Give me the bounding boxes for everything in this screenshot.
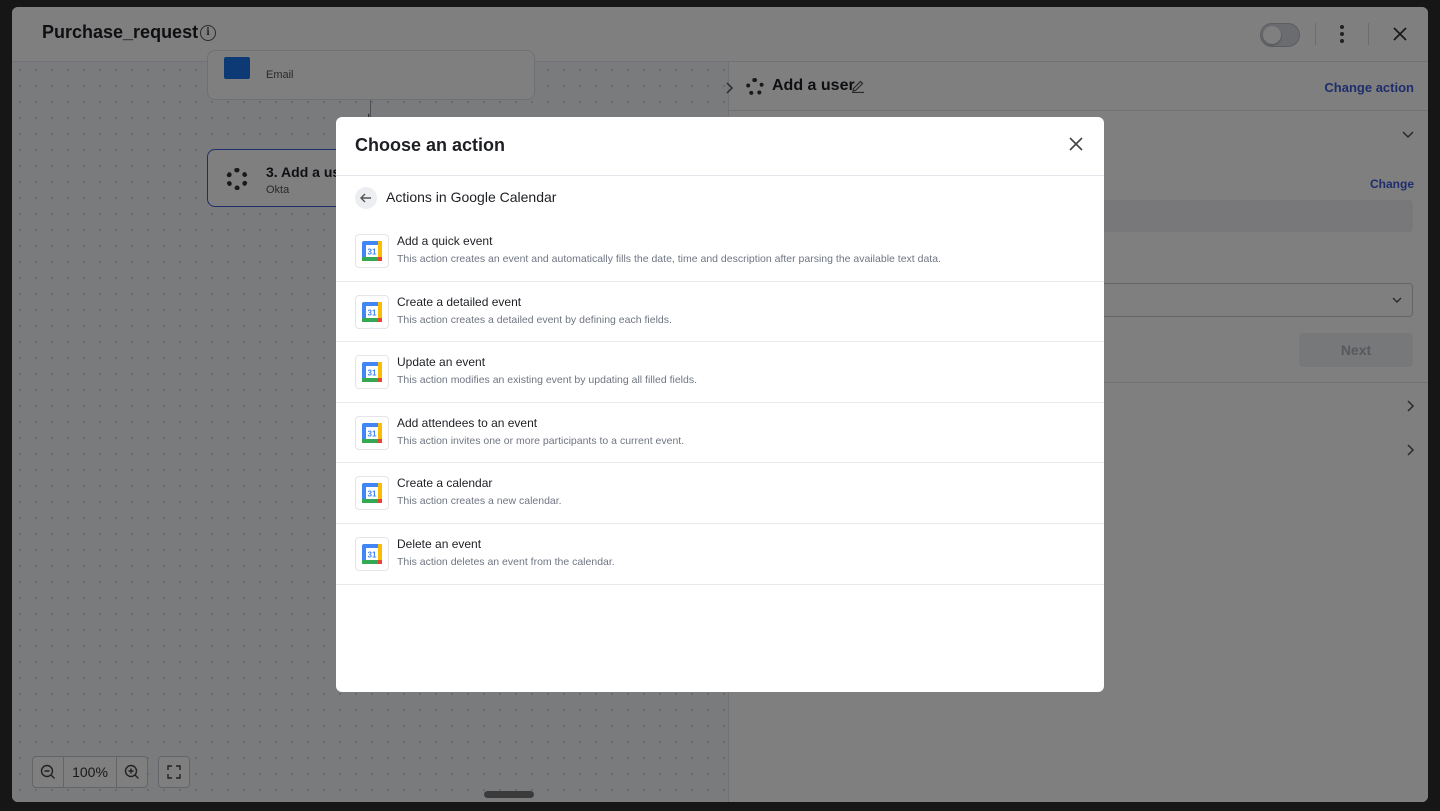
action-description: This action creates a detailed event by … xyxy=(397,313,672,326)
google-calendar-icon: 31 xyxy=(355,536,389,571)
google-calendar-icon: 31 xyxy=(355,234,389,268)
action-title: Add attendees to an event xyxy=(397,415,538,430)
action-description: This action modifies an existing event b… xyxy=(397,374,697,387)
svg-text:31: 31 xyxy=(368,248,377,257)
action-item[interactable]: 31 Create a calendar This action creates… xyxy=(336,463,1104,524)
google-calendar-icon: 31 xyxy=(355,355,389,390)
modal-title: Choose an action xyxy=(355,135,506,155)
svg-text:31: 31 xyxy=(368,550,377,559)
google-calendar-icon: 31 xyxy=(355,294,389,329)
action-description: This action creates an event and automat… xyxy=(397,253,941,265)
action-description: This action deletes an event from the ca… xyxy=(397,555,615,568)
action-item[interactable]: 31 Delete an event This action deletes a… xyxy=(336,524,1104,585)
action-description: This action creates a new calendar. xyxy=(397,495,562,508)
action-description: This action invites one or more particip… xyxy=(397,434,685,447)
action-item[interactable]: 31 Add attendees to an event This action… xyxy=(336,403,1104,464)
arrow-left-icon[interactable] xyxy=(355,187,377,209)
action-title: Update an event xyxy=(397,355,486,370)
svg-text:31: 31 xyxy=(368,429,377,438)
modal-divider xyxy=(336,175,1104,176)
action-title: Add a quick event xyxy=(397,234,493,248)
action-item[interactable]: 31 Create a detailed event This action c… xyxy=(336,282,1104,343)
section-title: Actions in Google Calendar xyxy=(386,189,557,205)
action-title: Delete an event xyxy=(397,536,482,551)
svg-text:31: 31 xyxy=(368,369,377,378)
choose-action-modal: Choose an action Actions in Google Calen… xyxy=(336,117,1104,692)
action-list: 31 Add a quick event This action creates… xyxy=(336,221,1104,585)
svg-text:31: 31 xyxy=(368,490,377,499)
action-title: Create a detailed event xyxy=(397,294,522,309)
action-item[interactable]: 31 Add a quick event This action creates… xyxy=(336,221,1104,282)
google-calendar-icon: 31 xyxy=(355,415,389,450)
google-calendar-icon: 31 xyxy=(355,476,389,511)
action-item[interactable]: 31 Update an event This action modifies … xyxy=(336,342,1104,403)
close-icon[interactable] xyxy=(1067,135,1085,153)
svg-text:31: 31 xyxy=(368,308,377,317)
action-title: Create a calendar xyxy=(397,476,493,491)
